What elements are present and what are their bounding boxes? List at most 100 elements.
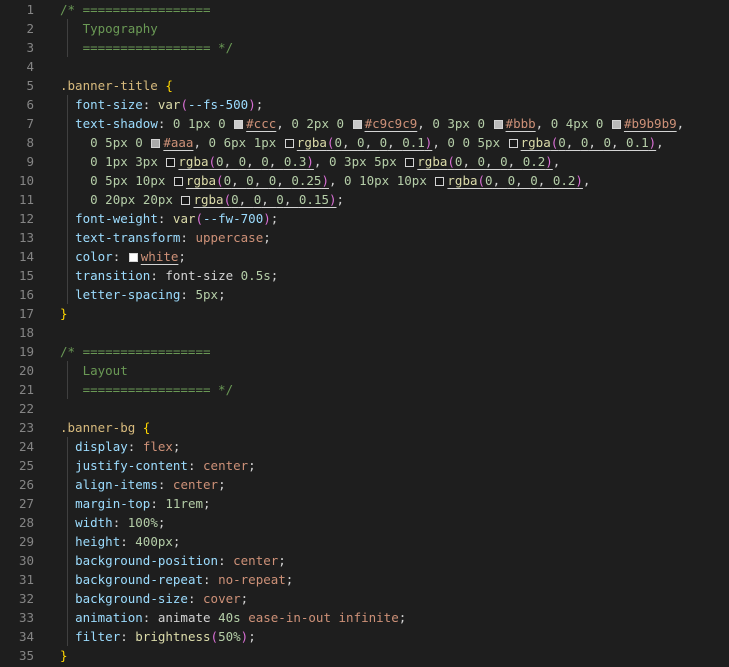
code-line[interactable]: 4: [0, 57, 729, 76]
line-number: 18: [18, 325, 34, 340]
code-text: filter: brightness(50%);: [75, 629, 256, 644]
color-swatch[interactable]: [493, 120, 503, 129]
line-number: 5: [26, 78, 34, 93]
code-text: .banner-title {: [60, 78, 173, 93]
line-number: 9: [26, 154, 34, 169]
code-line[interactable]: 30 background-position: center;: [0, 551, 729, 570]
color-swatch[interactable]: [181, 196, 191, 205]
code-line[interactable]: 10 0 5px 10px rgba(0, 0, 0, 0.25), 0 10p…: [0, 171, 729, 190]
line-number: 17: [18, 306, 34, 321]
line-number: 19: [18, 344, 34, 359]
line-number: 20: [18, 363, 34, 378]
code-line[interactable]: 22: [0, 399, 729, 418]
color-swatch[interactable]: [284, 139, 294, 148]
code-text: width: 100%;: [75, 515, 166, 530]
code-line[interactable]: 19 /* =================: [0, 342, 729, 361]
line-number: 32: [18, 591, 34, 606]
code-text: /* =================: [60, 344, 211, 359]
code-line[interactable]: 25 justify-content: center;: [0, 456, 729, 475]
code-line[interactable]: 2 Typography: [0, 19, 729, 38]
color-swatch[interactable]: [173, 177, 183, 186]
code-line[interactable]: 32 background-size: cover;: [0, 589, 729, 608]
code-text: 0 5px 0 #aaa, 0 6px 1px rgba(0, 0, 0, 0.…: [90, 135, 664, 150]
line-number: 1: [26, 2, 34, 17]
code-line[interactable]: 16 letter-spacing: 5px;: [0, 285, 729, 304]
code-line[interactable]: 9 0 1px 3px rgba(0, 0, 0, 0.3), 0 3px 5p…: [0, 152, 729, 171]
code-text: height: 400px;: [75, 534, 181, 549]
code-text: }: [60, 306, 68, 321]
code-text: align-items: center;: [75, 477, 226, 492]
line-number: 7: [26, 116, 34, 131]
line-number: 16: [18, 287, 34, 302]
code-line[interactable]: 23 .banner-bg {: [0, 418, 729, 437]
code-line[interactable]: 5 .banner-title {: [0, 76, 729, 95]
code-line[interactable]: 24 display: flex;: [0, 437, 729, 456]
code-text: letter-spacing: 5px;: [75, 287, 226, 302]
line-number: 11: [18, 192, 34, 207]
code-text: ================= */: [60, 382, 234, 397]
line-number: 10: [18, 173, 34, 188]
code-line[interactable]: 28 width: 100%;: [0, 513, 729, 532]
code-text: transition: font-size 0.5s;: [75, 268, 279, 283]
code-line[interactable]: 14 color: white;: [0, 247, 729, 266]
code-text: animation: animate 40s ease-in-out infin…: [75, 610, 407, 625]
code-line[interactable]: 34 filter: brightness(50%);: [0, 627, 729, 646]
line-number: 4: [26, 59, 34, 74]
line-number: 34: [18, 629, 34, 644]
code-line[interactable]: 17}: [0, 304, 729, 323]
code-line[interactable]: 18: [0, 323, 729, 342]
code-line[interactable]: 21 ================= */: [0, 380, 729, 399]
line-number: 24: [18, 439, 34, 454]
line-number: 8: [26, 135, 34, 150]
code-text: display: flex;: [75, 439, 181, 454]
code-line[interactable]: 15 transition: font-size 0.5s;: [0, 266, 729, 285]
color-swatch[interactable]: [405, 158, 415, 167]
code-line[interactable]: 7 text-shadow: 0 1px 0 #ccc, 0 2px 0 #c9…: [0, 114, 729, 133]
color-swatch[interactable]: [128, 253, 138, 262]
line-number: 21: [18, 382, 34, 397]
code-line[interactable]: 33 animation: animate 40s ease-in-out in…: [0, 608, 729, 627]
code-line[interactable]: 35}: [0, 646, 729, 665]
line-number: 25: [18, 458, 34, 473]
code-text: ================= */: [60, 40, 234, 55]
code-text: 0 5px 10px rgba(0, 0, 0, 0.25), 0 10px 1…: [90, 173, 591, 188]
code-line[interactable]: 26 align-items: center;: [0, 475, 729, 494]
line-number: 35: [18, 648, 34, 663]
code-text: margin-top: 11rem;: [75, 496, 211, 511]
code-line[interactable]: 11 0 20px 20px rgba(0, 0, 0, 0.15);: [0, 190, 729, 209]
line-number: 28: [18, 515, 34, 530]
code-editor[interactable]: 1/* ================= 2 Typography 3 =====…: [0, 0, 729, 667]
code-text: text-shadow: 0 1px 0 #ccc, 0 2px 0 #c9c9…: [75, 116, 685, 131]
line-number: 33: [18, 610, 34, 625]
line-number: 2: [26, 21, 34, 36]
code-text: Typography: [60, 21, 158, 36]
code-line[interactable]: 8 0 5px 0 #aaa, 0 6px 1px rgba(0, 0, 0, …: [0, 133, 729, 152]
code-line[interactable]: 13 text-transform: uppercase;: [0, 228, 729, 247]
line-number: 29: [18, 534, 34, 549]
line-number: 6: [26, 97, 34, 112]
code-line[interactable]: 29 height: 400px;: [0, 532, 729, 551]
code-line[interactable]: 12 font-weight: var(--fw-700);: [0, 209, 729, 228]
code-line[interactable]: 31 background-repeat: no-repeat;: [0, 570, 729, 589]
code-lines: 1/* ================= 2 Typography 3 =====…: [0, 0, 729, 665]
code-text: justify-content: center;: [75, 458, 256, 473]
color-swatch[interactable]: [508, 139, 518, 148]
color-swatch[interactable]: [611, 120, 621, 129]
code-line[interactable]: 1 /* =================: [0, 0, 729, 19]
line-number: 13: [18, 230, 34, 245]
code-line[interactable]: 3 ================= */: [0, 38, 729, 57]
color-swatch[interactable]: [151, 139, 161, 148]
code-text: .banner-bg {: [60, 420, 151, 435]
code-line[interactable]: 20 Layout: [0, 361, 729, 380]
code-line[interactable]: 6 font-size: var(--fs-500);: [0, 95, 729, 114]
code-line[interactable]: 27 margin-top: 11rem;: [0, 494, 729, 513]
color-swatch[interactable]: [234, 120, 244, 129]
line-number: 15: [18, 268, 34, 283]
code-text: color: white;: [75, 249, 186, 264]
code-text: background-size: cover;: [75, 591, 249, 606]
color-swatch[interactable]: [435, 177, 445, 186]
color-swatch[interactable]: [352, 120, 362, 129]
line-number: 3: [26, 40, 34, 55]
line-number: 23: [18, 420, 34, 435]
color-swatch[interactable]: [166, 158, 176, 167]
